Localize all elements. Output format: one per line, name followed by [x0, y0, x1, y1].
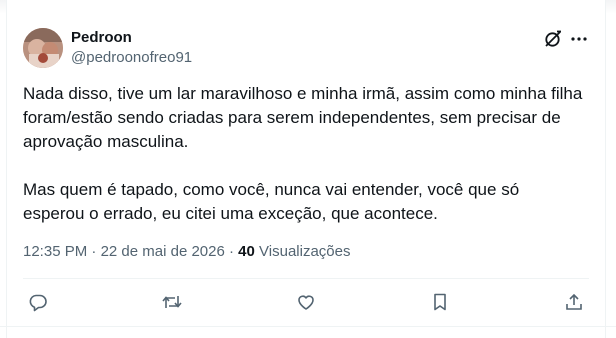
bottom-divider: [0, 326, 616, 327]
tweet-meta: 12:35 PM · 22 de mai de 2026 · 40 Visual…: [23, 242, 350, 262]
author-handle[interactable]: @pedroonofreo91: [71, 49, 192, 67]
grok-icon: [545, 30, 561, 47]
more-button[interactable]: [568, 27, 590, 51]
tweet-paragraph: Mas quem é tapado, como você, nunca vai …: [23, 180, 520, 223]
avatar[interactable]: [23, 28, 63, 68]
tweet-time[interactable]: 12:35 PM: [23, 243, 87, 260]
divider: [23, 278, 589, 279]
meta-separator: ·: [224, 243, 239, 260]
share-button[interactable]: [561, 289, 587, 315]
reply-button[interactable]: [25, 289, 51, 315]
bookmark-button[interactable]: [427, 289, 453, 315]
more-icon: [571, 37, 587, 41]
author-name[interactable]: Pedroon: [71, 29, 132, 47]
meta-separator: ·: [87, 243, 101, 260]
views-count: 40: [238, 243, 255, 260]
grok-button[interactable]: [541, 27, 565, 51]
tweet-paragraph: Nada disso, tive um lar maravilhoso e mi…: [23, 84, 583, 151]
like-icon: [298, 295, 314, 310]
repost-button[interactable]: [159, 289, 185, 315]
avatar-image: [23, 28, 63, 68]
like-button[interactable]: [293, 289, 319, 315]
action-bar: [23, 289, 589, 315]
views-label: Visualizações: [259, 243, 351, 260]
tweet-text: Nada disso, tive um lar maravilhoso e mi…: [23, 82, 583, 226]
reply-icon: [29, 294, 47, 312]
share-icon: [566, 293, 582, 310]
tweet-date[interactable]: 22 de mai de 2026: [101, 243, 225, 260]
repost-icon: [162, 296, 182, 308]
bookmark-icon: [434, 293, 446, 311]
